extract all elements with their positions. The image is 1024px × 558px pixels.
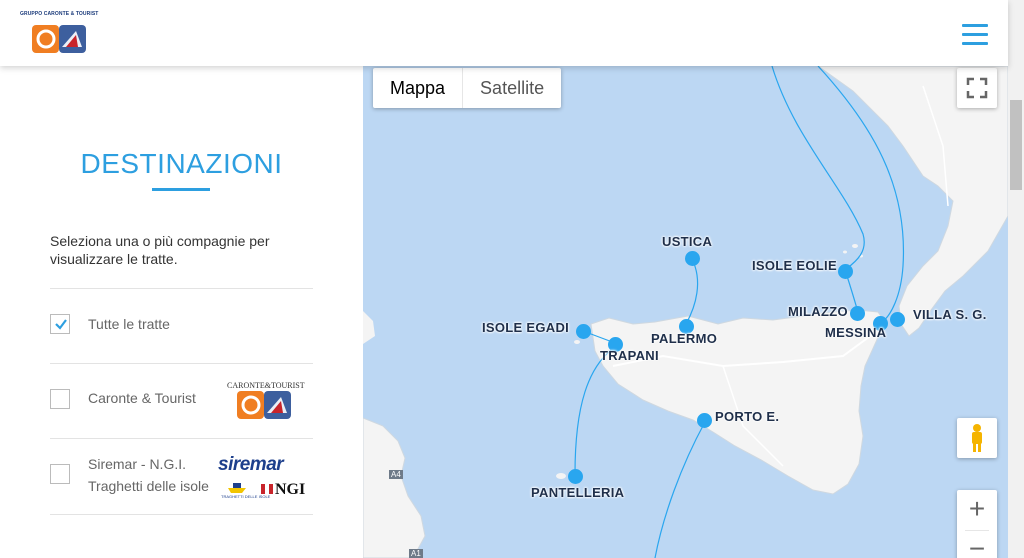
city-label-milazzo: MILAZZO	[788, 304, 848, 319]
option-label: Caronte & Tourist	[88, 390, 196, 406]
scrollbar-thumb[interactable]	[1010, 100, 1022, 190]
map-type-mappa[interactable]: Mappa	[373, 68, 462, 108]
ngi-flag-icon	[261, 484, 273, 494]
hamburger-menu-icon[interactable]	[962, 24, 988, 46]
street-view-button[interactable]	[957, 418, 997, 458]
city-label-pantelleria: PANTELLERIA	[531, 485, 625, 500]
caronte-tourist-logo-icon	[237, 391, 291, 419]
option-label-line1: Siremar - N.G.I.	[88, 456, 187, 472]
zoom-control: + −	[957, 490, 997, 558]
caronte-tourist-logo-icon	[32, 25, 86, 53]
logo[interactable]: GRUPPO CARONTE & TOURIST	[20, 11, 102, 55]
city-label-trapani: TRAPANI	[600, 348, 659, 363]
city-label-ustica: USTICA	[662, 234, 713, 249]
marker-porto-e[interactable]	[697, 413, 712, 428]
caronte-logo: CARONTE&TOURIST	[227, 381, 305, 421]
site-header: GRUPPO CARONTE & TOURIST	[0, 0, 1008, 66]
caronte-logo-text: CARONTE&TOURIST	[227, 381, 305, 390]
city-label-messina: MESSINA	[825, 325, 887, 340]
marker-isole-egadi[interactable]	[576, 324, 591, 339]
page-scrollbar[interactable]	[1008, 0, 1024, 558]
divider	[50, 514, 313, 515]
option-caronte-tourist[interactable]: Caronte & Tourist CARONTE&TOURIST	[50, 365, 313, 425]
zoom-out-button[interactable]: −	[957, 530, 997, 558]
city-label-isole-egadi: ISOLE EGADI	[482, 320, 570, 335]
marker-pantelleria[interactable]	[568, 469, 583, 484]
pegman-icon	[972, 424, 982, 452]
siremar-logo-text: siremar	[218, 454, 284, 475]
routes-map[interactable]: Mappa Satellite + − USTICA ISOLE EOLIE I…	[363, 66, 1008, 558]
fullscreen-icon	[966, 77, 988, 99]
checkbox-caronte-tourist[interactable]	[50, 389, 70, 409]
map-type-control: Mappa Satellite	[373, 68, 562, 108]
checkbox-siremar-ngi[interactable]	[50, 464, 70, 484]
road-label-a1: A1	[409, 549, 423, 558]
city-label-isole-eolie: ISOLE EOLIE	[752, 258, 837, 273]
road-label-a4: A4	[389, 470, 403, 479]
map-land	[363, 66, 1008, 558]
marker-milazzo[interactable]	[850, 306, 865, 321]
option-label-line2: Traghetti delle isole	[88, 478, 209, 494]
siremar-sub-text: TRAGHETTI DELLE ISOLE	[221, 494, 271, 499]
divider	[50, 363, 313, 364]
marker-isole-eolie[interactable]	[838, 264, 853, 279]
logo-text: GRUPPO CARONTE & TOURIST	[20, 11, 99, 17]
city-label-villa-s-g: VILLA S. G.	[913, 307, 987, 322]
title-underline	[152, 188, 210, 191]
checkbox-all-routes[interactable]	[50, 314, 70, 334]
option-label: Tutte le tratte	[88, 316, 170, 332]
destinations-title: DESTINAZIONI	[80, 148, 283, 179]
marker-villa-s-g[interactable]	[890, 312, 905, 327]
destinations-description: Seleziona una o più compagnie per visual…	[50, 233, 270, 267]
divider	[50, 288, 313, 289]
siremar-ship-icon	[228, 483, 246, 493]
map-type-satellite[interactable]: Satellite	[462, 68, 561, 108]
option-siremar-ngi[interactable]: Siremar - N.G.I. Traghetti delle isole s…	[50, 440, 313, 500]
marker-ustica[interactable]	[685, 251, 700, 266]
city-label-palermo: PALERMO	[651, 331, 718, 346]
ngi-logo-text: NGI	[275, 481, 306, 498]
check-icon	[55, 319, 67, 330]
city-label-porto-e: PORTO E.	[715, 409, 780, 424]
fullscreen-button[interactable]	[957, 68, 997, 108]
zoom-in-button[interactable]: +	[957, 490, 997, 530]
destinations-sidebar: DESTINAZIONI Seleziona una o più compagn…	[0, 66, 363, 558]
option-all-routes[interactable]: Tutte le tratte	[50, 290, 313, 350]
divider	[50, 438, 313, 439]
siremar-ngi-logo: siremar TRAGHETTI DELLE ISOLE NGI	[218, 454, 313, 499]
